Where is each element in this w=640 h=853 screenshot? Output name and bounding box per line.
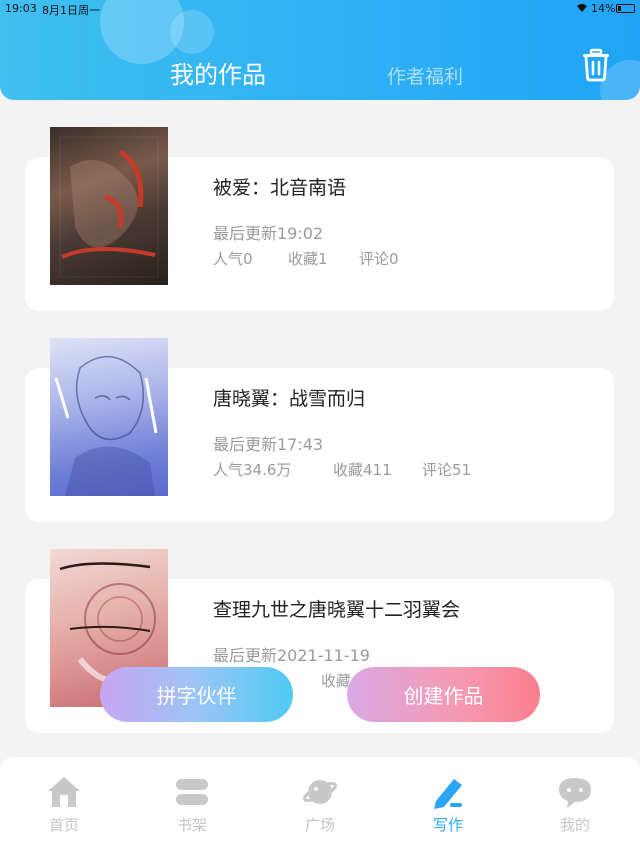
stat-popularity: 人气0 (213, 250, 253, 268)
home-icon (48, 777, 80, 807)
nav-home[interactable]: 首页 (24, 757, 104, 853)
nav-label: 广场 (304, 816, 335, 834)
bookshelf-icon (176, 779, 208, 805)
pen-icon (434, 779, 462, 809)
work-updated: 最后更新19:02 (213, 224, 324, 243)
chat-bubble-icon (559, 778, 591, 808)
planet-icon (302, 780, 338, 804)
bottom-nav: 首页 书架 广场 写作 我的 (0, 757, 640, 853)
nav-write[interactable]: 写作 (408, 757, 488, 853)
wifi-icon (576, 3, 588, 16)
battery-percent: 14% (591, 2, 616, 15)
tab-my-works[interactable]: 我的作品 (170, 55, 266, 90)
nav-label: 书架 (176, 816, 207, 834)
nav-bookshelf[interactable]: 书架 (152, 757, 232, 853)
stat-comments: 评论0 (359, 250, 399, 268)
work-updated: 最后更新17:43 (213, 435, 324, 454)
status-bar: 19:03 8月1日周一 14% (0, 0, 640, 18)
nav-label: 我的 (559, 816, 590, 834)
nav-label: 首页 (48, 816, 79, 834)
stat-favorites: 收藏1 (288, 250, 328, 268)
stat-favorites: 收藏 (321, 672, 352, 690)
nav-mine[interactable]: 我的 (535, 757, 615, 853)
stat-favorites: 收藏411 (333, 461, 392, 479)
work-updated: 最后更新2021-11-19 (213, 646, 370, 665)
create-work-button[interactable]: 创建作品 (347, 667, 540, 722)
nav-label: 写作 (432, 816, 463, 834)
stat-popularity: 人气34.6万 (213, 461, 292, 479)
book-cover[interactable] (50, 338, 168, 496)
stat-comments: 评论51 (422, 461, 472, 479)
tab-author-welfare[interactable]: 作者福利 (387, 62, 463, 89)
partner-button[interactable]: 拼字伙伴 (100, 667, 293, 722)
book-cover[interactable] (50, 127, 168, 285)
status-time: 19:03 (5, 2, 37, 15)
work-title[interactable]: 被爱：北音南语 (213, 173, 346, 200)
nav-square[interactable]: 广场 (280, 757, 360, 853)
battery-icon (616, 4, 635, 13)
header-bar: 19:03 8月1日周一 14% 我的作品 作者福利 (0, 0, 640, 100)
status-date: 8月1日周一 (42, 4, 100, 17)
trash-icon[interactable] (580, 48, 612, 82)
work-title[interactable]: 唐晓翼：战雪而归 (213, 384, 365, 411)
work-title[interactable]: 查理九世之唐晓翼十二羽翼会 (213, 595, 460, 622)
